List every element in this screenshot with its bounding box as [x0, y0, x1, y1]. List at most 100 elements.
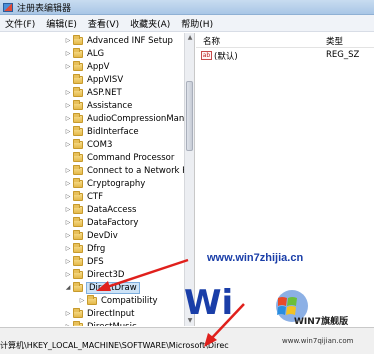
- folder-icon: [87, 294, 97, 305]
- tree-node-label: AudioCompressionManag: [87, 113, 185, 124]
- folder-icon: [73, 164, 83, 175]
- tree-node[interactable]: ▷ BidInterface: [64, 125, 139, 138]
- folder-icon: [73, 307, 83, 318]
- tree-node-label: BidInterface: [87, 126, 139, 137]
- folder-icon: [73, 216, 83, 227]
- tree-node-label: DirectInput: [87, 308, 135, 319]
- expand-arrow-icon[interactable]: ▷: [64, 180, 72, 187]
- tree-node-label: DirectMusic: [87, 322, 137, 327]
- tree-node[interactable]: ◢ DirectDraw: [64, 281, 140, 294]
- watermark-url: www.win7zhijia.cn: [207, 252, 304, 264]
- folder-icon: [73, 320, 83, 326]
- folder-icon: [73, 281, 83, 292]
- tree-node-label: DevDiv: [87, 230, 118, 241]
- tree-node-label: Assistance: [87, 100, 133, 111]
- tree-node-label: AppV: [87, 61, 110, 72]
- tree-node-label: Direct3D: [87, 269, 125, 280]
- tree-node-label: ALG: [87, 48, 105, 59]
- svg-text:Wi: Wi: [184, 283, 233, 323]
- tree-node[interactable]: ▷ ALG: [64, 47, 104, 60]
- expand-arrow-icon[interactable]: ▷: [64, 232, 72, 239]
- tree-node[interactable]: ▷ DirectMusic: [64, 320, 137, 326]
- expand-arrow-icon[interactable]: ▷: [64, 89, 72, 96]
- value-name: (默认): [214, 52, 238, 62]
- tree-node[interactable]: ▷ AudioCompressionManag: [64, 112, 185, 125]
- tree-node[interactable]: ▷ Cryptography: [64, 177, 145, 190]
- tree-node[interactable]: ▷ DevDiv: [64, 229, 118, 242]
- tree-node[interactable]: ▷ DFS: [64, 255, 104, 268]
- value-row[interactable]: ab (默认) REG_SZ: [196, 49, 374, 62]
- folder-icon: [73, 99, 83, 110]
- watermark-brand: WIN7旗舰版: [294, 317, 349, 327]
- value-type: REG_SZ: [326, 50, 360, 60]
- tree-node[interactable]: ▷ Connect to a Network Pro: [64, 164, 185, 177]
- tree-node[interactable]: Command Processor: [64, 151, 174, 164]
- status-path: 计算机\HKEY_LOCAL_MACHINE\SOFTWARE\Microsof…: [0, 341, 229, 350]
- tree-node-label: COM3: [87, 139, 113, 150]
- folder-icon: [73, 255, 83, 266]
- expand-arrow-icon[interactable]: ▷: [64, 102, 72, 109]
- regedit-app-icon: [3, 2, 13, 12]
- expand-arrow-icon[interactable]: ▷: [64, 141, 72, 148]
- expand-arrow-icon[interactable]: ▷: [64, 245, 72, 252]
- tree-node[interactable]: ▷ DataAccess: [64, 203, 136, 216]
- folder-icon: [73, 112, 83, 123]
- tree-node[interactable]: ▷ DirectInput: [64, 307, 134, 320]
- collapse-arrow-icon[interactable]: ◢: [64, 284, 72, 291]
- tree-node-label: Command Processor: [87, 152, 175, 163]
- tree-node-label: DFS: [87, 256, 104, 267]
- tree-node-label: CTF: [87, 191, 104, 202]
- tree-node[interactable]: ▷ Assistance: [64, 99, 132, 112]
- tree-node[interactable]: ▷ Compatibility: [78, 294, 158, 307]
- expand-arrow-icon[interactable]: ▷: [64, 219, 72, 226]
- expand-arrow-icon[interactable]: ▷: [64, 206, 72, 213]
- expand-arrow-icon[interactable]: ▷: [64, 128, 72, 135]
- expand-arrow-icon[interactable]: ▷: [64, 50, 72, 57]
- title-bar: 注册表编辑器: [0, 0, 374, 15]
- folder-icon: [73, 138, 83, 149]
- expand-arrow-icon[interactable]: ▷: [78, 297, 86, 304]
- expand-arrow-icon[interactable]: ▷: [64, 167, 72, 174]
- expand-arrow-icon[interactable]: ▷: [64, 193, 72, 200]
- expand-arrow-icon[interactable]: ▷: [64, 310, 72, 317]
- expand-arrow-icon[interactable]: ▷: [64, 271, 72, 278]
- menu-view[interactable]: 查看(V): [83, 17, 125, 30]
- tree-node-label: Compatibility: [101, 295, 158, 306]
- expand-arrow-icon[interactable]: ▷: [64, 258, 72, 265]
- menu-file[interactable]: 文件(F): [0, 17, 41, 30]
- scroll-thumb[interactable]: [186, 81, 193, 151]
- tree-node[interactable]: ▷ Dfrg: [64, 242, 105, 255]
- menu-favorites[interactable]: 收藏夹(A): [125, 17, 176, 30]
- tree-node-label: Dfrg: [87, 243, 106, 254]
- scroll-up-icon[interactable]: ▲: [185, 33, 194, 43]
- tree-node-label: AppVISV: [87, 74, 124, 85]
- expand-arrow-icon[interactable]: ▷: [64, 115, 72, 122]
- watermark-sub-url: www.win7qijian.com: [282, 337, 354, 345]
- column-name[interactable]: 名称: [203, 35, 220, 47]
- registry-tree-pane: ▷ Advanced INF Setup ▷ ALG ▷ AppV AppVISV ▷ ASP.…: [2, 33, 195, 326]
- expand-arrow-icon[interactable]: ▷: [64, 323, 72, 326]
- folder-icon: [73, 177, 83, 188]
- folder-icon: [73, 60, 83, 71]
- tree-node[interactable]: ▷ ASP.NET: [64, 86, 122, 99]
- string-value-icon: ab: [201, 51, 212, 60]
- tree-node[interactable]: ▷ Direct3D: [64, 268, 124, 281]
- column-header: 名称 类型: [196, 33, 374, 48]
- tree-node[interactable]: ▷ CTF: [64, 190, 103, 203]
- tree-node-label: Cryptography: [87, 178, 146, 189]
- tree-node[interactable]: ▷ COM3: [64, 138, 112, 151]
- tree-node[interactable]: ▷ AppV: [64, 60, 109, 73]
- menu-edit[interactable]: 编辑(E): [41, 17, 83, 30]
- tree-node[interactable]: ▷ DataFactory: [64, 216, 138, 229]
- folder-icon: [73, 190, 83, 201]
- folder-icon: [73, 125, 83, 136]
- menu-help[interactable]: 帮助(H): [176, 17, 219, 30]
- tree-node[interactable]: AppVISV: [64, 73, 123, 86]
- folder-icon: [73, 86, 83, 97]
- expand-arrow-icon[interactable]: ▷: [64, 37, 72, 44]
- column-type[interactable]: 类型: [326, 35, 343, 47]
- tree-node-label: DataAccess: [87, 204, 137, 215]
- tree-node[interactable]: ▷ Advanced INF Setup: [64, 34, 173, 47]
- expand-arrow-icon[interactable]: ▷: [64, 63, 72, 70]
- tree-node-label: DataFactory: [87, 217, 139, 228]
